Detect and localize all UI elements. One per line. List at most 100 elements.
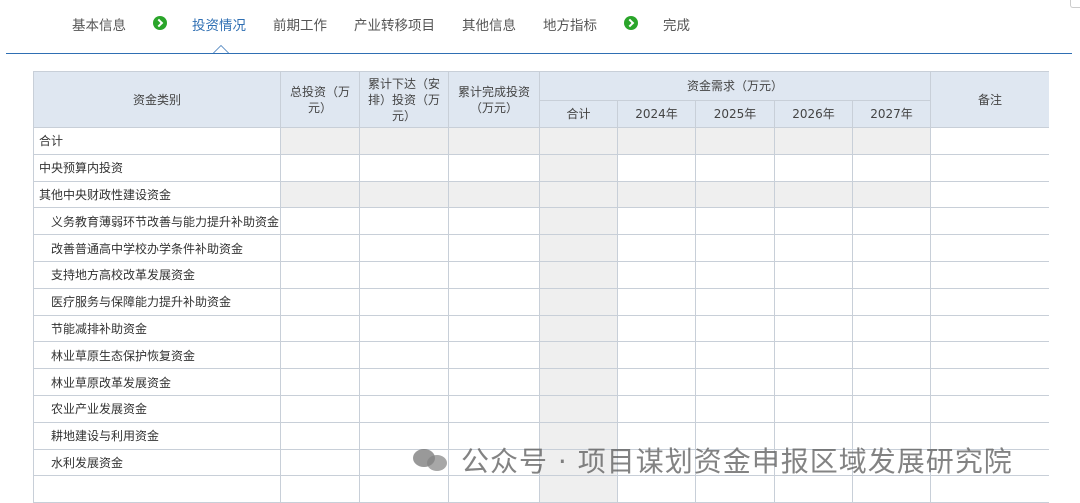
remarks-cell[interactable]: [930, 127, 1049, 155]
amount-cell[interactable]: [617, 287, 696, 316]
amount-cell[interactable]: [280, 207, 360, 236]
amount-cell[interactable]: [617, 314, 696, 343]
amount-cell[interactable]: [695, 394, 775, 423]
amount-cell[interactable]: [695, 341, 775, 370]
watermark: 公众号 · 项目谋划资金申报区域发展研究院: [413, 440, 1013, 480]
amount-cell[interactable]: [448, 207, 540, 236]
amount-cell[interactable]: [359, 368, 449, 396]
amount-cell[interactable]: [774, 153, 853, 182]
amount-cell: [539, 260, 618, 289]
row-label: 节能减排补助资金: [33, 314, 281, 343]
amount-cell[interactable]: [359, 394, 449, 423]
amount-cell[interactable]: [774, 368, 853, 396]
amount-cell[interactable]: [280, 421, 360, 450]
amount-cell[interactable]: [448, 341, 540, 370]
amount-cell[interactable]: [617, 234, 696, 262]
amount-cell[interactable]: [851, 341, 932, 370]
amount-cell[interactable]: [851, 314, 932, 343]
amount-cell[interactable]: [774, 314, 853, 343]
amount-cell[interactable]: [359, 260, 449, 289]
tab-local-indicators[interactable]: 地方指标: [543, 14, 597, 34]
amount-cell[interactable]: [695, 368, 775, 396]
amount-cell[interactable]: [695, 314, 775, 343]
funding-table: 资金类别 总投资（万元） 累计下达（安排）投资（万元） 累计完成投资（万元） 资…: [33, 71, 1049, 503]
amount-cell[interactable]: [695, 234, 775, 262]
tab-preliminary-work[interactable]: 前期工作: [273, 14, 327, 34]
amount-cell[interactable]: [695, 260, 775, 289]
remarks-cell[interactable]: [930, 180, 1049, 209]
row-label: 医疗服务与保障能力提升补助资金: [33, 287, 281, 316]
amount-cell[interactable]: [774, 207, 853, 236]
amount-cell[interactable]: [448, 287, 540, 316]
remarks-cell[interactable]: [930, 341, 1049, 370]
remarks-cell[interactable]: [930, 153, 1049, 182]
amount-cell[interactable]: [359, 287, 449, 316]
amount-cell[interactable]: [448, 153, 540, 182]
amount-cell[interactable]: [851, 260, 932, 289]
amount-cell[interactable]: [617, 260, 696, 289]
tab-basic-info[interactable]: 基本信息: [72, 14, 126, 34]
tab-complete[interactable]: 完成: [663, 14, 690, 34]
amount-cell[interactable]: [448, 234, 540, 262]
amount-cell: [359, 127, 449, 155]
row-label: 合计: [33, 127, 281, 155]
remarks-cell[interactable]: [930, 394, 1049, 423]
amount-cell[interactable]: [359, 207, 449, 236]
amount-cell[interactable]: [851, 153, 932, 182]
tab-investment[interactable]: 投资情况: [192, 14, 246, 34]
amount-cell[interactable]: [851, 207, 932, 236]
header-category: 资金类别: [33, 71, 281, 128]
amount-cell[interactable]: [695, 153, 775, 182]
amount-cell[interactable]: [359, 234, 449, 262]
amount-cell[interactable]: [617, 207, 696, 236]
amount-cell[interactable]: [280, 234, 360, 262]
amount-cell[interactable]: [851, 287, 932, 316]
amount-cell[interactable]: [280, 341, 360, 370]
amount-cell[interactable]: [695, 287, 775, 316]
amount-cell[interactable]: [774, 260, 853, 289]
amount-cell[interactable]: [280, 287, 360, 316]
amount-cell[interactable]: [448, 368, 540, 396]
amount-cell[interactable]: [280, 153, 360, 182]
remarks-cell[interactable]: [930, 234, 1049, 262]
amount-cell[interactable]: [851, 234, 932, 262]
amount-cell[interactable]: [280, 260, 360, 289]
amount-cell[interactable]: [280, 448, 360, 477]
amount-cell: [851, 127, 932, 155]
amount-cell[interactable]: [851, 394, 932, 423]
row-label: 其他中央财政性建设资金: [33, 180, 281, 209]
amount-cell[interactable]: [774, 234, 853, 262]
remarks-cell[interactable]: [930, 207, 1049, 236]
amount-cell[interactable]: [617, 394, 696, 423]
amount-cell[interactable]: [359, 314, 449, 343]
amount-cell: [539, 368, 618, 396]
amount-cell[interactable]: [774, 287, 853, 316]
amount-cell[interactable]: [359, 341, 449, 370]
amount-cell[interactable]: [448, 314, 540, 343]
step-tabs: 基本信息 投资情况 前期工作 产业转移项目 其他信息 地方指标 完成: [0, 0, 1080, 54]
tab-industry-transfer[interactable]: 产业转移项目: [354, 14, 435, 34]
remarks-cell[interactable]: [930, 368, 1049, 396]
amount-cell[interactable]: [448, 394, 540, 423]
amount-cell[interactable]: [617, 341, 696, 370]
amount-cell[interactable]: [774, 394, 853, 423]
amount-cell[interactable]: [359, 153, 449, 182]
table-row: 林业草原生态保护恢复资金: [33, 341, 1049, 370]
tab-other-info[interactable]: 其他信息: [462, 14, 516, 34]
amount-cell[interactable]: [280, 394, 360, 423]
amount-cell[interactable]: [774, 341, 853, 370]
table-row: 义务教育薄弱环节改善与能力提升补助资金: [33, 207, 1049, 236]
remarks-cell[interactable]: [930, 287, 1049, 316]
amount-cell[interactable]: [851, 368, 932, 396]
amount-cell: [280, 127, 360, 155]
amount-cell[interactable]: [280, 368, 360, 396]
amount-cell[interactable]: [617, 368, 696, 396]
amount-cell[interactable]: [695, 207, 775, 236]
amount-cell: [617, 180, 696, 209]
amount-cell[interactable]: [280, 314, 360, 343]
amount-cell[interactable]: [280, 475, 360, 503]
remarks-cell[interactable]: [930, 314, 1049, 343]
amount-cell[interactable]: [448, 260, 540, 289]
amount-cell[interactable]: [617, 153, 696, 182]
remarks-cell[interactable]: [930, 260, 1049, 289]
